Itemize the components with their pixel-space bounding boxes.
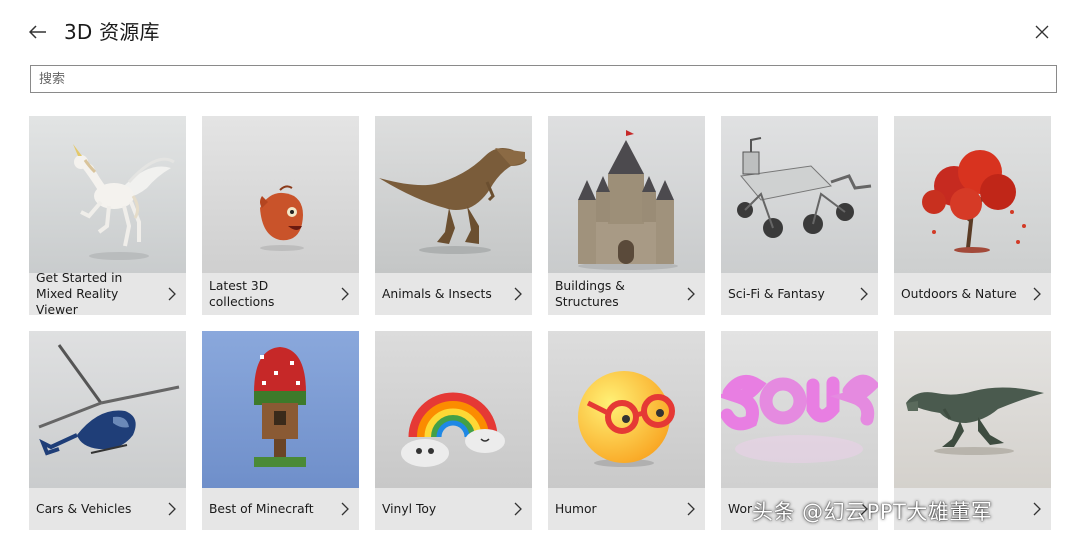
- squishy-word-thumbnail: [721, 331, 878, 488]
- category-tile-animals[interactable]: Animals & Insects: [375, 116, 532, 315]
- castle-thumbnail: [548, 116, 705, 273]
- tile-label: Latest 3D collections: [209, 279, 275, 309]
- tile-label-bar: Best of Minecraft: [202, 488, 359, 530]
- dinosaur-running-thumbnail: [894, 331, 1051, 488]
- chevron-right-icon: [514, 502, 522, 516]
- tile-label-bar: Sci-Fi & Fantasy: [721, 273, 878, 315]
- tile-label: Cars & Vehicles: [36, 502, 132, 516]
- t-rex-thumbnail: [375, 116, 532, 273]
- chevron-right-icon: [1033, 502, 1041, 516]
- tile-label: Best of Minecraft: [209, 502, 314, 516]
- close-icon: [1035, 25, 1049, 39]
- chevron-right-icon: [514, 287, 522, 301]
- category-tile-humor[interactable]: Humor: [548, 331, 705, 530]
- mars-rover-thumbnail: [721, 116, 878, 273]
- page-title: 3D 资源库: [64, 20, 160, 44]
- tile-label-bar: Cars & Vehicles: [29, 488, 186, 530]
- tile-label-bar: Vinyl Toy: [375, 488, 532, 530]
- category-tile-latest-3d[interactable]: Latest 3D collections: [202, 116, 359, 315]
- unicorn-thumbnail: [29, 116, 186, 273]
- rainbow-thumbnail: [375, 331, 532, 488]
- back-button[interactable]: [26, 20, 50, 44]
- tile-label-bar: Outdoors & Nature: [894, 273, 1051, 315]
- tile-label: Get Started in Mixed Reality Viewer: [36, 271, 123, 315]
- tile-label: Sci-Fi & Fantasy: [728, 287, 825, 301]
- tile-label-bar: Get Started in Mixed Reality Viewer: [29, 271, 186, 315]
- chevron-right-icon: [168, 287, 176, 301]
- tile-label: Animals & Insects: [382, 287, 492, 301]
- category-tile-mixed-reality[interactable]: Get Started in Mixed Reality Viewer: [29, 116, 186, 315]
- category-tile-cars[interactable]: Cars & Vehicles: [29, 331, 186, 530]
- category-tile-outdoors[interactable]: Outdoors & Nature: [894, 116, 1051, 315]
- chevron-right-icon: [687, 287, 695, 301]
- helicopter-thumbnail: [29, 331, 186, 488]
- chevron-right-icon: [687, 502, 695, 516]
- category-tile-vinyl-toy[interactable]: Vinyl Toy: [375, 331, 532, 530]
- tile-label: Outdoors & Nature: [901, 287, 1017, 301]
- close-button[interactable]: [1030, 20, 1054, 44]
- anglerfish-thumbnail: [202, 116, 359, 273]
- tile-label: Humor: [555, 502, 597, 516]
- tile-label-bar: Latest 3D collections: [202, 273, 359, 315]
- emoji-glasses-thumbnail: [548, 331, 705, 488]
- tile-label-bar: Buildings & Structures: [548, 273, 705, 315]
- search-input[interactable]: [30, 65, 1057, 93]
- back-arrow-icon: [29, 25, 46, 39]
- red-tree-thumbnail: [894, 116, 1051, 273]
- tile-label: Vinyl Toy: [382, 502, 437, 516]
- category-tile-minecraft[interactable]: Best of Minecraft: [202, 331, 359, 530]
- chevron-right-icon: [1033, 287, 1041, 301]
- title-bar: 3D 资源库: [0, 0, 1080, 64]
- tile-label-bar: Humor: [548, 488, 705, 530]
- category-tile-buildings[interactable]: Buildings & Structures: [548, 116, 705, 315]
- category-tile-scifi[interactable]: Sci-Fi & Fantasy: [721, 116, 878, 315]
- tile-label-bar: Animals & Insects: [375, 273, 532, 315]
- watermark-text: 头条 @幻云PPT大雄董军: [752, 500, 993, 524]
- chevron-right-icon: [341, 287, 349, 301]
- chevron-right-icon: [860, 287, 868, 301]
- chevron-right-icon: [341, 502, 349, 516]
- tile-label: Buildings & Structures: [555, 279, 625, 309]
- minecraft-tree-thumbnail: [202, 331, 359, 488]
- chevron-right-icon: [168, 502, 176, 516]
